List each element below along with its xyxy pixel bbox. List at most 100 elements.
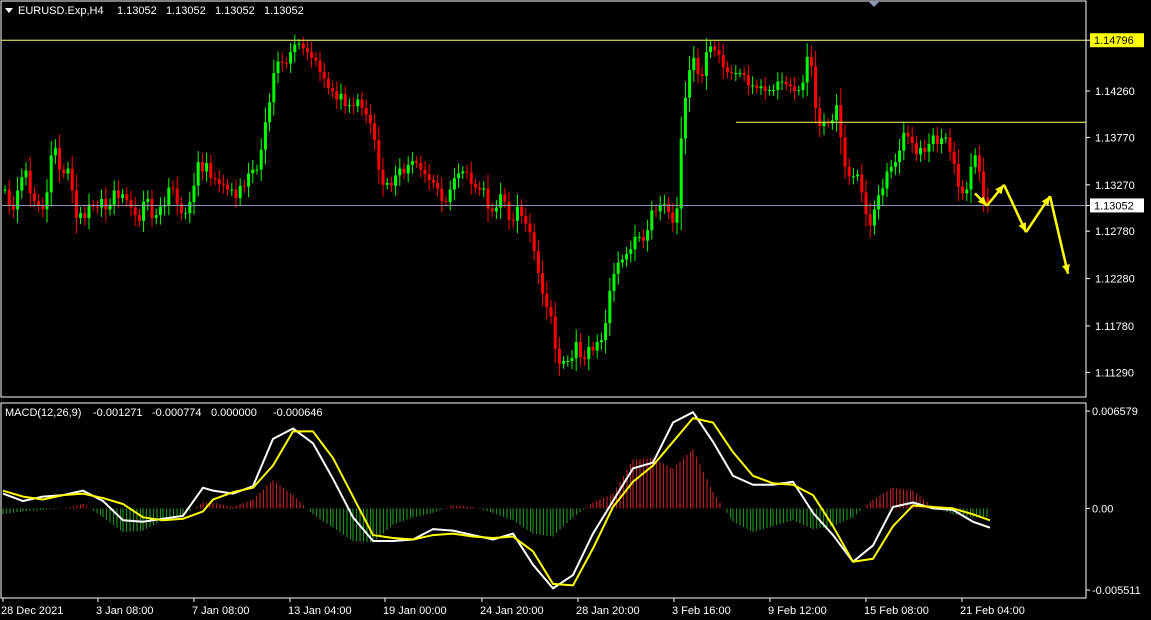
ohlc-value: 1.13052 [215,5,255,17]
candle-body [247,173,251,187]
candle-body [284,62,288,64]
candle-body [520,206,524,217]
price-tick-label: 1.11290 [1095,367,1134,379]
price-tick-label: 1.12780 [1095,226,1135,238]
candle-body [116,190,120,199]
candle-body [389,182,393,186]
candle-body [923,147,927,152]
candle-body [633,236,637,250]
candle-body [45,192,49,210]
candle-body [856,174,860,177]
candle-body [851,176,855,178]
candle-body [352,105,356,107]
candle-body [251,169,255,174]
candle-body [822,122,826,127]
candle-body [524,216,528,224]
candle-body [902,132,906,151]
candle-body [793,86,797,91]
candle-body [49,155,53,193]
macd-value: -0.001271 [93,407,143,419]
candle-body [171,187,175,189]
candle-body [940,138,944,145]
candle-body [70,168,74,191]
candle-body [158,206,162,216]
candle-body [549,307,553,317]
candle-body [335,91,339,100]
candle-body [322,72,326,79]
macd-signal-line [2,417,991,587]
candle-body [461,171,465,174]
candle-body [671,212,675,223]
candle-body [755,85,759,89]
candle-body [616,262,620,274]
candle-body [112,190,116,205]
time-tick-label: 9 Feb 12:00 [768,605,827,617]
candle-body [448,189,452,202]
candle-body [217,179,221,184]
candle-body [650,210,654,231]
candle-body [129,199,133,208]
candle-body [150,199,154,218]
candle-body [566,361,570,362]
candle-body [788,84,792,87]
candle-body [599,340,603,343]
time-tick-label: 28 Dec 2021 [1,605,63,617]
candle-body [20,177,24,191]
scroll-marker-icon[interactable] [868,1,880,7]
candle-body [570,358,574,361]
candle-body [696,57,700,74]
forecast-arrow-segment [1048,195,1070,275]
candle-body [881,188,885,196]
candle-body [730,72,734,74]
candle-body [83,213,87,218]
candle-body [717,50,721,55]
candle-body [835,105,839,121]
candle-body [625,253,629,260]
candle-body [58,147,62,170]
candle-body [301,43,305,49]
candle-body [507,201,511,220]
candle-body [751,85,755,87]
chart-canvas[interactable]: 1.14796 1.14260 1.13770 1.13270 1.13052 1.127… [0,0,1151,620]
candle-body [142,201,146,221]
candle-body [280,61,284,63]
candle-body [797,90,801,92]
ohlc-value: 1.13052 [166,5,206,17]
candle-body [79,213,83,218]
candle-body [62,169,66,174]
candle-body [431,180,435,183]
chart-symbol-title: EURUSD.Exp,H4 [18,5,104,17]
candle-body [515,206,519,221]
candle-body [242,185,246,187]
candle-body [66,168,70,174]
candle-body [772,90,776,92]
candle-body [410,161,414,165]
macd-line [2,411,991,590]
time-tick-label: 13 Jan 04:00 [288,605,352,617]
candle-body [16,190,20,210]
candle-body [406,164,410,174]
candle-body [898,150,902,163]
candle-body [541,272,545,294]
candle-body [574,342,578,359]
candle-body [641,236,645,241]
candle-body [221,183,225,185]
chart-menu-triangle-icon[interactable] [5,8,13,13]
candle-body [604,323,608,341]
candle-body [721,55,725,68]
candle-body [767,90,771,92]
candle-body [763,86,767,91]
macd-indicator-title: MACD(12,26,9) [5,407,81,419]
candle-body [196,162,200,186]
candle-body [864,192,868,215]
time-tick-label: 3 Feb 16:00 [672,605,731,617]
candle-body [944,137,948,139]
candle-body [436,182,440,189]
candle-body [784,81,788,85]
candle-body [402,168,406,174]
candle-body [100,199,104,208]
candle-body [167,187,171,206]
candle-body [490,208,494,212]
candle-body [213,178,217,180]
candle-body [608,290,612,324]
